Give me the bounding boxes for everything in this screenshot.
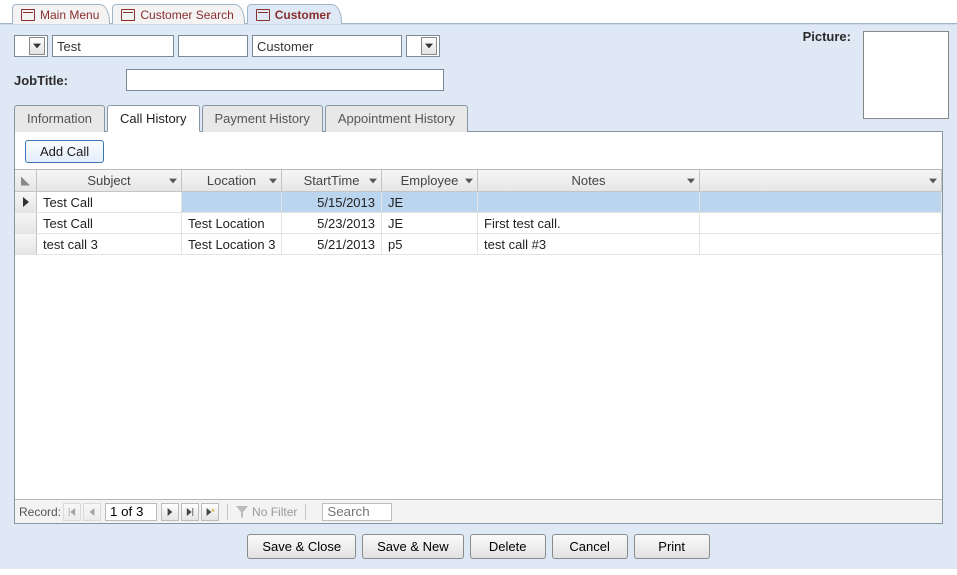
- chevron-down-icon[interactable]: [464, 176, 474, 186]
- picture-placeholder[interactable]: [863, 31, 949, 119]
- footer-button-bar: Save & Close Save & New Delete Cancel Pr…: [0, 524, 957, 569]
- nav-prev-button[interactable]: [83, 503, 101, 521]
- tab-call-history[interactable]: Call History: [107, 105, 199, 132]
- separator: [227, 504, 228, 520]
- form-icon: [21, 9, 35, 21]
- chevron-down-icon[interactable]: [686, 176, 696, 186]
- cell-start[interactable]: 5/15/2013: [282, 192, 382, 212]
- grid-body[interactable]: Test Call 5/15/2013 JE Test Call Test Lo…: [15, 192, 942, 499]
- last-name-field[interactable]: Customer: [252, 35, 402, 57]
- cell-notes[interactable]: [478, 192, 700, 212]
- cell-start[interactable]: 5/23/2013: [282, 213, 382, 233]
- window-tab-main-menu[interactable]: Main Menu: [12, 4, 110, 24]
- cell-subject[interactable]: Test Call: [37, 213, 182, 233]
- cell-location[interactable]: Test Location 3: [182, 234, 282, 254]
- cell-subject[interactable]: test call 3: [37, 234, 182, 254]
- record-position[interactable]: [105, 503, 157, 521]
- row-selector[interactable]: [15, 192, 37, 212]
- table-row[interactable]: test call 3 Test Location 3 5/21/2013 p5…: [15, 234, 942, 255]
- form-icon: [256, 9, 270, 21]
- cell-notes[interactable]: test call #3: [478, 234, 700, 254]
- call-history-panel: Add Call Subject Location StartTime Empl…: [14, 132, 943, 524]
- cell-notes[interactable]: First test call.: [478, 213, 700, 233]
- form-icon: [121, 9, 135, 21]
- funnel-icon: [236, 506, 248, 518]
- record-label: Record:: [19, 505, 61, 519]
- chevron-down-icon[interactable]: [29, 37, 45, 55]
- chevron-down-icon[interactable]: [928, 176, 938, 186]
- cell-employee[interactable]: JE: [382, 213, 478, 233]
- cancel-button[interactable]: Cancel: [552, 534, 628, 559]
- suffix-combo[interactable]: [406, 35, 440, 57]
- window-tab-label: Customer Search: [140, 8, 233, 22]
- no-filter-indicator[interactable]: No Filter: [236, 505, 297, 519]
- save-close-button[interactable]: Save & Close: [247, 534, 356, 559]
- jobtitle-field[interactable]: [126, 69, 444, 91]
- cell-extra[interactable]: [700, 213, 942, 233]
- col-subject[interactable]: Subject: [37, 170, 182, 191]
- cell-employee[interactable]: JE: [382, 192, 478, 212]
- prefix-combo[interactable]: [14, 35, 48, 57]
- save-new-button[interactable]: Save & New: [362, 534, 464, 559]
- chevron-down-icon[interactable]: [421, 37, 437, 55]
- print-button[interactable]: Print: [634, 534, 710, 559]
- nav-next-button[interactable]: [161, 503, 179, 521]
- chevron-down-icon[interactable]: [268, 176, 278, 186]
- cell-location[interactable]: [182, 192, 282, 212]
- record-navigator: Record: * No Filter: [15, 499, 942, 523]
- col-notes[interactable]: Notes: [478, 170, 700, 191]
- select-all-corner[interactable]: [15, 170, 37, 191]
- separator: [305, 504, 306, 520]
- row-selector[interactable]: [15, 213, 37, 233]
- cell-start[interactable]: 5/21/2013: [282, 234, 382, 254]
- cell-subject[interactable]: Test Call: [37, 192, 182, 212]
- col-extra[interactable]: [700, 170, 942, 191]
- delete-button[interactable]: Delete: [470, 534, 546, 559]
- middle-name-field[interactable]: [178, 35, 248, 57]
- add-call-button[interactable]: Add Call: [25, 140, 104, 163]
- cell-location[interactable]: Test Location: [182, 213, 282, 233]
- tab-information[interactable]: Information: [14, 105, 105, 132]
- customer-header: Test Customer JobTitle: Picture:: [0, 24, 957, 104]
- col-starttime[interactable]: StartTime: [282, 170, 382, 191]
- first-name-field[interactable]: Test: [52, 35, 174, 57]
- window-tab-customer-search[interactable]: Customer Search: [112, 4, 244, 24]
- window-tab-label: Customer: [275, 8, 331, 22]
- nav-new-button[interactable]: *: [201, 503, 219, 521]
- record-search-input[interactable]: [322, 503, 392, 521]
- cell-extra[interactable]: [700, 234, 942, 254]
- grid-header-row: Subject Location StartTime Employee Note…: [15, 170, 942, 192]
- chevron-down-icon[interactable]: [368, 176, 378, 186]
- col-employee[interactable]: Employee: [382, 170, 478, 191]
- tab-payment-history[interactable]: Payment History: [202, 105, 323, 132]
- cell-employee[interactable]: p5: [382, 234, 478, 254]
- picture-label: Picture:: [803, 29, 851, 44]
- nav-first-button[interactable]: [63, 503, 81, 521]
- window-tab-label: Main Menu: [40, 8, 99, 22]
- chevron-down-icon[interactable]: [168, 176, 178, 186]
- col-location[interactable]: Location: [182, 170, 282, 191]
- call-history-grid: Subject Location StartTime Employee Note…: [15, 169, 942, 523]
- nav-last-button[interactable]: [181, 503, 199, 521]
- window-tab-bar: Main Menu Customer Search Customer: [0, 0, 957, 24]
- cell-extra[interactable]: [700, 192, 942, 212]
- tab-appointment-history[interactable]: Appointment History: [325, 105, 468, 132]
- table-row[interactable]: Test Call 5/15/2013 JE: [15, 192, 942, 213]
- row-selector[interactable]: [15, 234, 37, 254]
- jobtitle-label: JobTitle:: [14, 73, 68, 88]
- table-row[interactable]: Test Call Test Location 5/23/2013 JE Fir…: [15, 213, 942, 234]
- window-tab-customer[interactable]: Customer: [247, 4, 342, 24]
